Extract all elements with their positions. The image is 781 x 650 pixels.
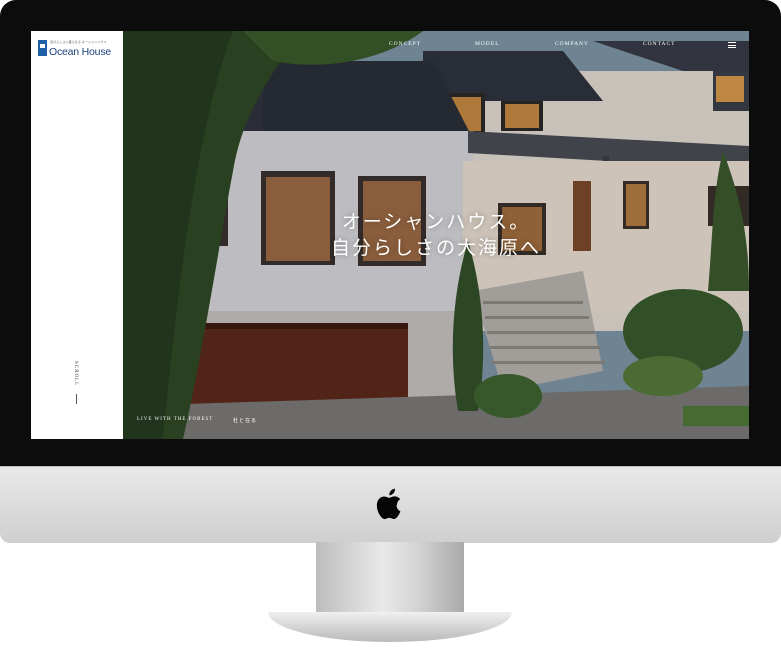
scroll-label: SCROLL bbox=[73, 361, 78, 387]
hero-image: CONCEPT MODEL COMPANY CONTACT オーシャンハウス。 … bbox=[123, 31, 749, 439]
site-logo[interactable]: 自分らしさに暮らせる オーシャンハウス Ocean House bbox=[38, 39, 122, 63]
apple-logo-icon bbox=[376, 488, 401, 520]
catch-line-1: オーシャンハウス。 bbox=[341, 211, 531, 233]
monitor-stand-foot bbox=[268, 612, 512, 642]
hero-footer-english: LIVE WITH THE FOREST bbox=[137, 417, 214, 422]
scroll-indicator[interactable]: SCROLL bbox=[71, 361, 83, 411]
logo-tagline: 自分らしさに暮らせる オーシャンハウス bbox=[50, 40, 107, 44]
monitor-stand-neck bbox=[316, 542, 464, 620]
nav-company[interactable]: COMPANY bbox=[555, 41, 589, 47]
website-screen: 自分らしさに暮らせる オーシャンハウス Ocean House SCROLL C… bbox=[31, 31, 749, 439]
logo-mark-icon bbox=[38, 40, 47, 56]
nav-model[interactable]: MODEL bbox=[475, 41, 500, 47]
hero-footer-japanese: 杜と在る bbox=[233, 419, 258, 424]
logo-name: Ocean House bbox=[49, 46, 112, 58]
hamburger-menu-icon[interactable] bbox=[728, 42, 736, 48]
nav-contact[interactable]: CONTACT bbox=[643, 41, 676, 47]
top-navigation: CONCEPT MODEL COMPANY CONTACT bbox=[123, 41, 749, 53]
scroll-line bbox=[76, 394, 77, 404]
sidebar: 自分らしさに暮らせる オーシャンハウス Ocean House SCROLL bbox=[31, 31, 123, 439]
hero-catchphrase: オーシャンハウス。 自分らしさの大海原へ bbox=[123, 209, 749, 261]
nav-concept[interactable]: CONCEPT bbox=[389, 41, 421, 47]
catch-line-2: 自分らしさの大海原へ bbox=[330, 237, 541, 259]
